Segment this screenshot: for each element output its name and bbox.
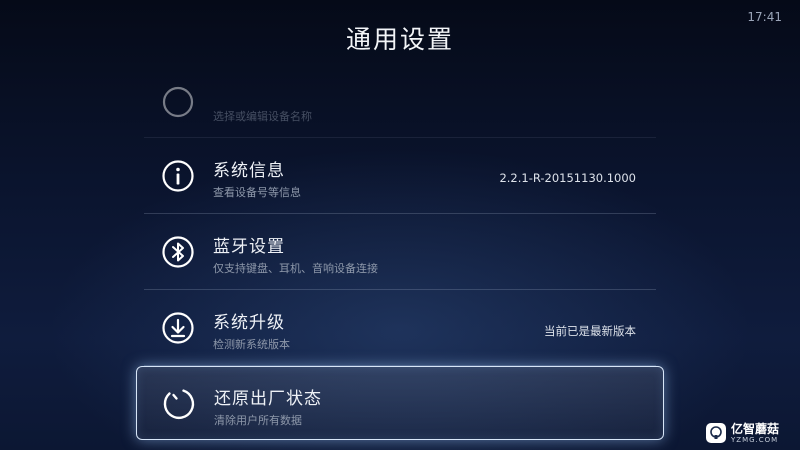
list-item-description: 清除用户所有数据 [214,414,302,427]
list-item-label: 系统升级 [213,313,285,333]
watermark-url: YZMG.COM [731,436,779,444]
list-item-system-info[interactable]: 系统信息 查看设备号等信息 2.2.1-R-20151130.1000 [144,138,656,214]
page-title: 通用设置 [345,25,454,54]
watermark-logo-icon [706,423,726,443]
watermark-name: 亿智蘑菇 [731,422,780,436]
list-item-label: 蓝牙设置 [213,237,285,257]
info-icon [160,158,196,194]
bluetooth-icon [160,234,196,270]
list-item-description: 仅支持键盘、耳机、音响设备连接 [213,262,378,275]
list-item-factory-reset[interactable]: 还原出厂状态 清除用户所有数据 [136,366,664,440]
list-item-device-name[interactable]: 选择或编辑设备名称 [144,62,656,138]
upgrade-status-value: 当前已是最新版本 [544,324,636,338]
list-item-description: 检测新系统版本 [213,338,290,351]
list-item-system-upgrade[interactable]: 系统升级 检测新系统版本 当前已是最新版本 [144,290,656,366]
list-item-label: 系统信息 [213,161,285,181]
settings-list: 选择或编辑设备名称 系统信息 查看设备号等信息 2.2.1-R-20151130… [136,62,664,450]
version-value: 2.2.1-R-20151130.1000 [499,171,636,185]
list-item-description: 查看设备号等信息 [213,186,301,199]
site-watermark: 亿智蘑菇 YZMG.COM [706,418,798,448]
list-item-description: 选择或编辑设备名称 [213,110,312,123]
download-icon [160,310,196,346]
reset-icon [161,386,197,422]
list-item-bluetooth[interactable]: 蓝牙设置 仅支持键盘、耳机、音响设备连接 [144,214,656,290]
device-name-icon [160,84,196,120]
list-item-label: 还原出厂状态 [214,389,322,409]
